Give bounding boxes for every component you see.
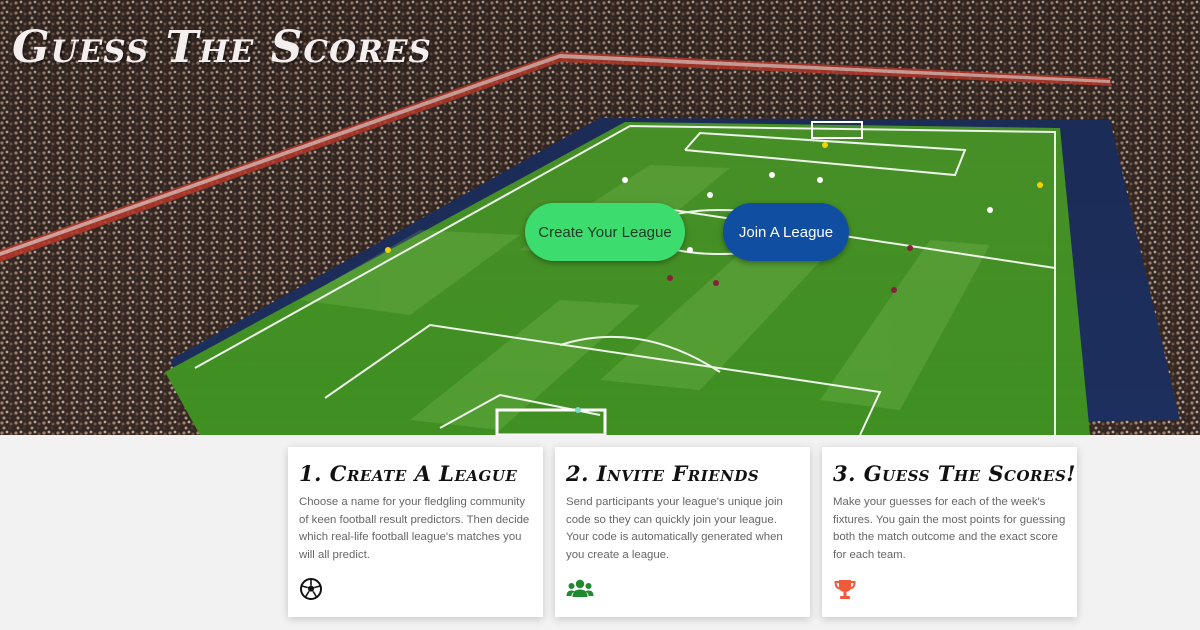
step-card-create-league: 1. Create A League Choose a name for you… [288,447,543,617]
create-league-button[interactable]: Create Your League [525,203,685,261]
soccer-ball-icon [300,578,322,600]
users-icon [566,579,594,597]
steps-section: 1. Create A League Choose a name for you… [288,447,1077,617]
step-card-invite-friends: 2. Invite Friends Send participants your… [555,447,810,617]
step-title: 2. Invite Friends [566,461,760,486]
step-title: 1. Create A League [299,461,518,486]
step-description: Send participants your league's unique j… [566,496,783,561]
step-card-guess-scores: 3. Guess The Scores! Make your guesses f… [822,447,1077,617]
step-description: Choose a name for your fledgling communi… [299,496,530,561]
trophy-icon [834,580,856,599]
site-title: Guess The Scores [12,22,432,73]
step-description: Make your guesses for each of the week's… [833,496,1066,561]
step-title: 3. Guess The Scores! [833,461,1076,486]
join-league-button[interactable]: Join A League [723,203,849,261]
hero-banner: Guess The Scores Create Your League Join… [0,0,1200,435]
